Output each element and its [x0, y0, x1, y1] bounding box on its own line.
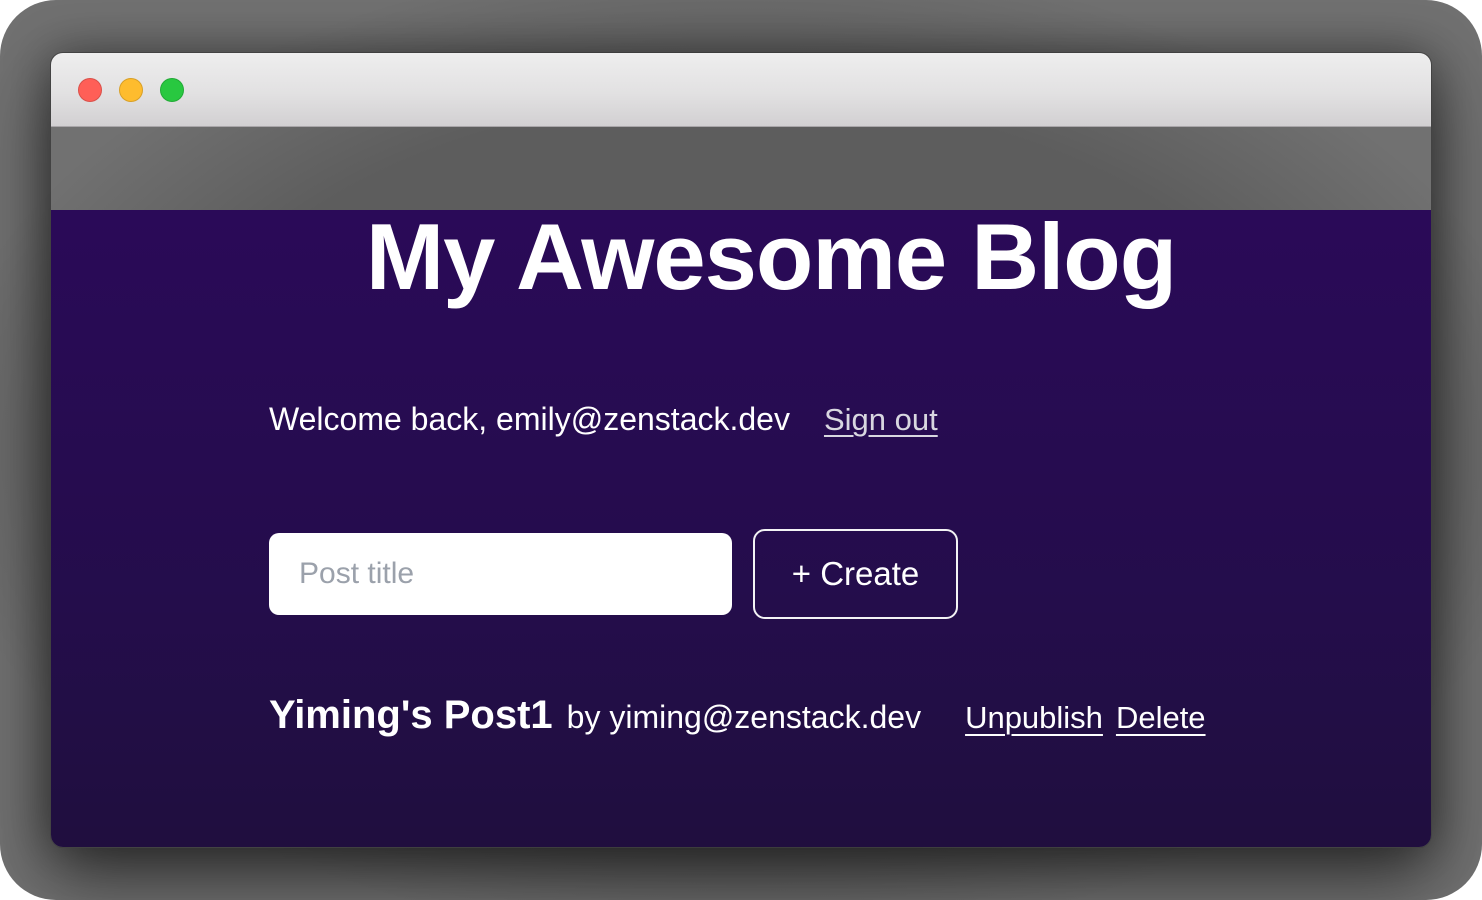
zoom-window-button[interactable] — [160, 78, 184, 102]
post-actions: Unpublish Delete — [965, 700, 1205, 736]
minimize-window-button[interactable] — [119, 78, 143, 102]
content-container: My Awesome Blog Welcome back, emily@zens… — [269, 210, 1273, 738]
page-content: My Awesome Blog Welcome back, emily@zens… — [51, 210, 1431, 848]
delete-post-link[interactable]: Delete — [1116, 700, 1206, 736]
desktop-backdrop: My Awesome Blog Welcome back, emily@zens… — [0, 0, 1482, 900]
post-title-input[interactable] — [269, 533, 732, 615]
window-titlebar — [51, 53, 1431, 127]
post-title-text: Yiming's Post1 — [269, 693, 553, 738]
sign-out-link[interactable]: Sign out — [824, 398, 938, 441]
session-row: Welcome back, emily@zenstack.dev Sign ou… — [269, 397, 1273, 442]
create-post-row: + Create — [269, 529, 1273, 619]
close-window-button[interactable] — [78, 78, 102, 102]
post-author-text: by yiming@zenstack.dev — [567, 699, 921, 736]
app-window: My Awesome Blog Welcome back, emily@zens… — [50, 52, 1432, 848]
create-post-button[interactable]: + Create — [753, 529, 958, 619]
welcome-message: Welcome back, emily@zenstack.dev — [269, 397, 790, 442]
page-title: My Awesome Blog — [269, 210, 1273, 304]
post-list-item: Yiming's Post1 by yiming@zenstack.dev Un… — [269, 693, 1273, 738]
unpublish-post-link[interactable]: Unpublish — [965, 700, 1103, 736]
